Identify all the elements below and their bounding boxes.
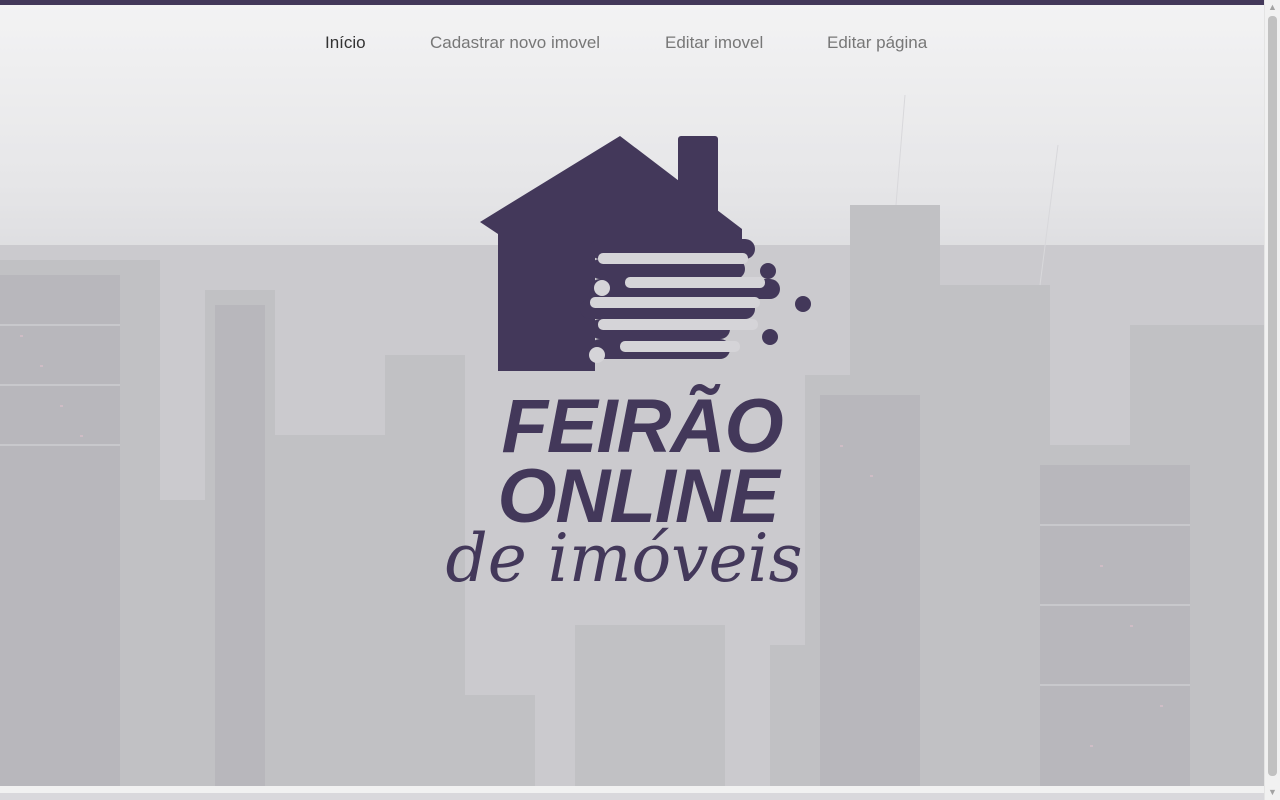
horizontal-scrollbar[interactable] [0, 786, 1264, 793]
scrollbar-thumb[interactable] [1268, 16, 1277, 776]
scroll-up-icon[interactable]: ▲ [1265, 0, 1280, 15]
house-icon [480, 136, 811, 371]
nav-item-cadastrar-novo-imovel[interactable]: Cadastrar novo imovel [430, 29, 600, 57]
scroll-down-icon[interactable]: ▼ [1265, 785, 1280, 800]
hero-section: Início Cadastrar novo imovel Editar imov… [0, 5, 1264, 793]
main-nav: Início Cadastrar novo imovel Editar imov… [0, 29, 1264, 59]
nav-item-editar-imovel[interactable]: Editar imovel [665, 29, 763, 57]
nav-item-inicio[interactable]: Início [325, 29, 366, 57]
nav-item-editar-pagina[interactable]: Editar página [827, 29, 927, 57]
logo-subtitle: de imóveis [445, 520, 803, 597]
vertical-scrollbar[interactable]: ▲ ▼ [1264, 0, 1280, 800]
